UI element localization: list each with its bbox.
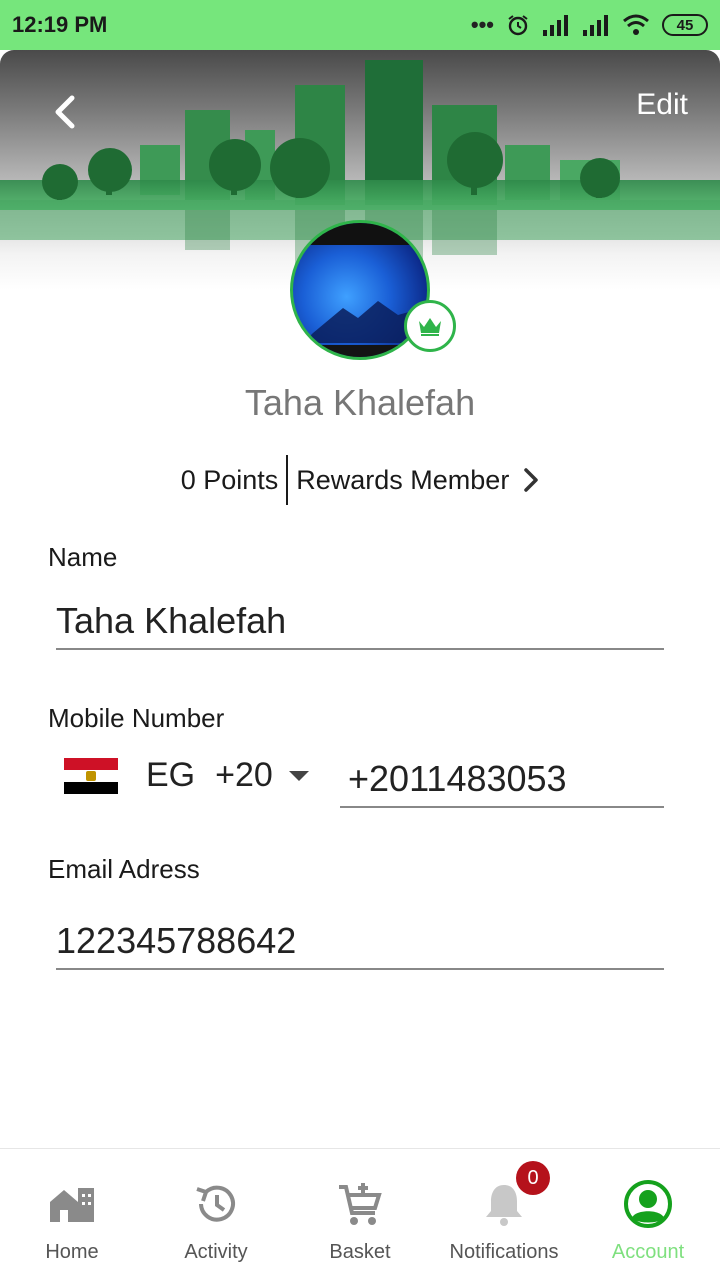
- alarm-icon: [508, 15, 528, 36]
- crown-badge: [404, 300, 456, 352]
- user-name: Taha Khalefah: [244, 382, 476, 423]
- cart-icon: [335, 1179, 385, 1229]
- chevron-left-icon: [55, 95, 75, 129]
- nav-account-label: Account: [611, 1241, 685, 1263]
- points-count: 0 Points: [180, 464, 279, 495]
- status-time: 12:19 PM: [12, 12, 108, 37]
- name-label: Name: [48, 542, 118, 572]
- nav-notifications-label: Notifications: [449, 1241, 559, 1263]
- email-label: Email Adress: [48, 854, 200, 884]
- nav-activity[interactable]: Activity: [144, 1149, 288, 1280]
- home-icon: [47, 1179, 97, 1229]
- crown-icon: [419, 318, 441, 336]
- country-code: EG: [146, 756, 196, 794]
- email-field[interactable]: 122345788642: [56, 920, 664, 970]
- bottom-nav: Home Activity Basket 0 Notifications Acc…: [0, 1148, 720, 1280]
- mobile-number-field[interactable]: +2011483053: [340, 758, 664, 808]
- nav-home-label: Home: [45, 1241, 99, 1263]
- status-bar: 12:19 PM ••• 45: [0, 0, 720, 50]
- nav-basket-label: Basket: [329, 1241, 391, 1263]
- signal-icon: [583, 15, 608, 36]
- mobile-label: Mobile Number: [48, 703, 225, 733]
- nav-basket[interactable]: Basket: [288, 1149, 432, 1280]
- signal-icon: [543, 15, 568, 36]
- status-icons: ••• 45: [471, 12, 708, 38]
- egypt-flag-icon: [64, 757, 118, 794]
- chevron-right-icon: [524, 468, 539, 492]
- notification-badge: 0: [516, 1161, 550, 1195]
- nav-activity-label: Activity: [184, 1241, 248, 1263]
- name-field[interactable]: Taha Khalefah: [56, 600, 664, 650]
- nav-account[interactable]: Account: [576, 1149, 720, 1280]
- nav-notifications[interactable]: 0 Notifications: [432, 1149, 576, 1280]
- nav-home[interactable]: Home: [0, 1149, 144, 1280]
- rewards-row[interactable]: 0 Points Rewards Member: [0, 455, 720, 505]
- back-button[interactable]: [46, 92, 82, 132]
- country-code-selector[interactable]: EG +20: [64, 756, 309, 795]
- account-icon: [623, 1179, 673, 1229]
- divider: [286, 455, 289, 505]
- dial-code: +20: [215, 756, 273, 794]
- rewards-link[interactable]: Rewards Member: [296, 465, 539, 496]
- dropdown-caret-icon: [288, 770, 309, 781]
- edit-button[interactable]: Edit: [636, 88, 688, 122]
- wifi-icon: [623, 14, 649, 35]
- history-icon: [191, 1179, 241, 1229]
- battery-icon: 45: [662, 14, 708, 36]
- membership-label: Rewards Member: [296, 464, 510, 495]
- more-dots-icon: •••: [470, 12, 494, 37]
